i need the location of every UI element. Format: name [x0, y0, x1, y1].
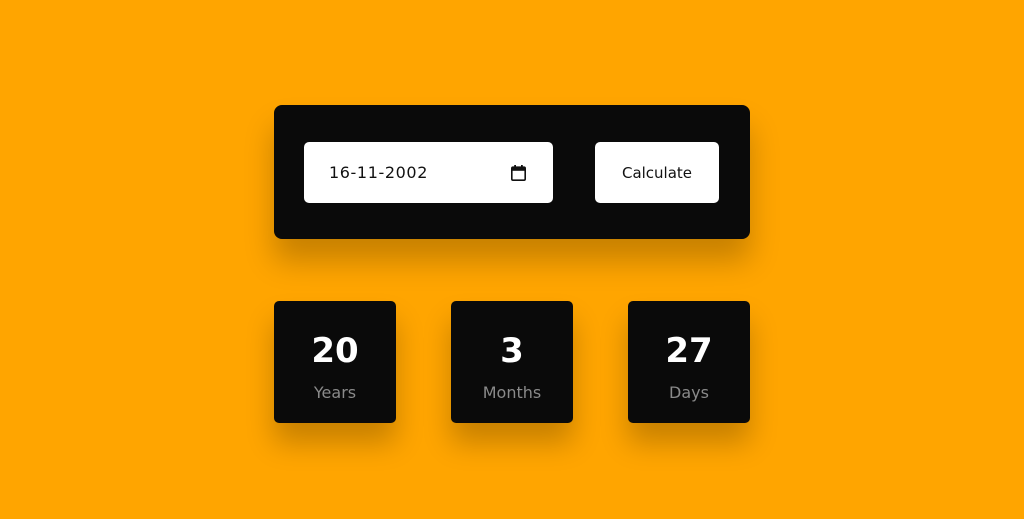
- days-value: 27: [665, 331, 713, 371]
- days-result-card: 27 Days: [628, 301, 750, 423]
- birthdate-value: 16-11-2002: [329, 163, 428, 182]
- calendar-icon[interactable]: [510, 164, 526, 181]
- months-result-card: 3 Months: [451, 301, 573, 423]
- months-label: Months: [482, 383, 542, 402]
- birthdate-input[interactable]: 16-11-2002: [304, 142, 553, 203]
- date-input-panel: 16-11-2002 Calculate: [274, 105, 750, 239]
- calculate-button[interactable]: Calculate: [595, 142, 719, 203]
- years-value: 20: [311, 331, 359, 371]
- years-label: Years: [313, 383, 357, 402]
- months-value: 3: [500, 331, 524, 371]
- years-result-card: 20 Years: [274, 301, 396, 423]
- days-label: Days: [669, 383, 709, 402]
